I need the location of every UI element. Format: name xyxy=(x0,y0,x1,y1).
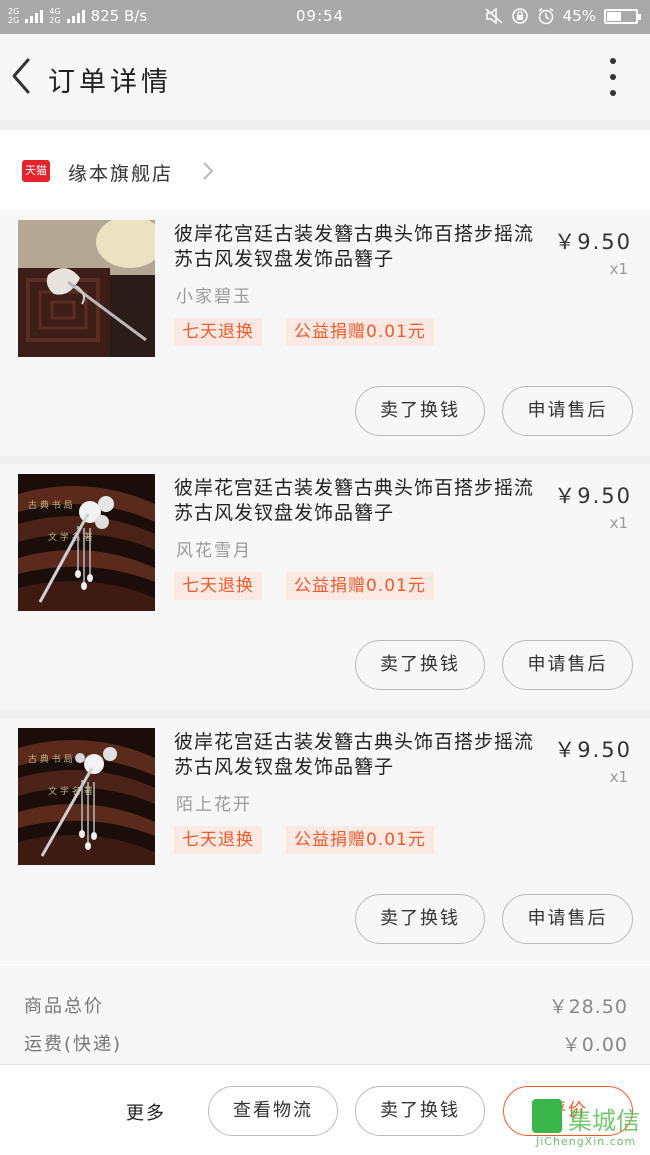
price-summary: 商品总价 ￥28.50 运费(快递) ￥0.00 xyxy=(0,966,650,1064)
action-bar: 更多 查看物流 卖了换钱 评价 集城信 JiChengXin.com xyxy=(0,1064,650,1155)
section-divider xyxy=(0,710,650,718)
status-right: 45% xyxy=(485,7,641,25)
shipping-value: ￥0.00 xyxy=(561,1034,628,1056)
return-policy-tag: 七天退换 xyxy=(174,572,262,600)
battery-percent: 45% xyxy=(562,7,596,25)
product-price: ￥9.50 xyxy=(554,484,632,508)
product-image[interactable]: 古 典 书 局 文 学 名 著 xyxy=(18,728,155,865)
status-left: 2G 2G 4G 2G 825 B/s xyxy=(8,7,147,25)
product-quantity: x1 xyxy=(609,768,628,786)
svg-text:古 典 书 局: 古 典 书 局 xyxy=(28,499,73,511)
alarm-icon xyxy=(538,7,554,25)
goods-total-value: ￥28.50 xyxy=(548,996,628,1018)
product-title[interactable]: 彼岸花宫廷古装发簪古典头饰百搭步摇流苏古风发钗盘发饰品簪子 xyxy=(174,476,544,526)
section-divider xyxy=(0,120,650,130)
resell-button[interactable]: 卖了换钱 xyxy=(355,1086,485,1136)
product-quantity: x1 xyxy=(609,260,628,278)
order-item: 古 典 书 局 文 学 名 著 彼岸花宫廷古装发簪古典头饰百搭步摇流苏古风发钗盘… xyxy=(0,718,650,964)
network-type-2: 4G 2G xyxy=(49,7,61,25)
network-speed: 825 B/s xyxy=(90,7,148,25)
mute-icon xyxy=(485,8,503,24)
order-item: 彼岸花宫廷古装发簪古典头饰百搭步摇流苏古风发钗盘发饰品簪子 小家碧玉 ￥9.50… xyxy=(0,210,650,456)
resell-button[interactable]: 卖了换钱 xyxy=(355,386,485,436)
store-row[interactable]: 天猫 缘本旗舰店 xyxy=(0,130,650,210)
product-price: ￥9.50 xyxy=(554,230,632,254)
svg-text:文 学 名 著: 文 学 名 著 xyxy=(48,531,93,543)
product-sku: 小家碧玉 xyxy=(176,287,252,307)
signal-icon xyxy=(25,9,44,23)
product-quantity: x1 xyxy=(609,514,628,532)
product-sku: 陌上花开 xyxy=(176,795,252,815)
chevron-right-icon xyxy=(203,162,214,180)
more-vertical-icon[interactable] xyxy=(608,58,618,96)
battery-fill xyxy=(607,11,621,21)
rotation-lock-icon xyxy=(511,8,528,24)
signal-icon-2 xyxy=(66,9,85,23)
page-title: 订单详情 xyxy=(48,67,172,98)
product-title[interactable]: 彼岸花宫廷古装发簪古典头饰百搭步摇流苏古风发钗盘发饰品簪子 xyxy=(174,730,544,780)
product-sku: 风花雪月 xyxy=(176,541,252,561)
charity-tag: 公益捐赠0.01元 xyxy=(286,826,434,854)
goods-total-label: 商品总价 xyxy=(24,996,104,1017)
after-sale-button[interactable]: 申请售后 xyxy=(502,386,633,436)
charity-tag: 公益捐赠0.01元 xyxy=(286,318,434,346)
resell-button[interactable]: 卖了换钱 xyxy=(355,640,485,690)
store-name: 缘本旗舰店 xyxy=(68,163,174,185)
product-title[interactable]: 彼岸花宫廷古装发簪古典头饰百搭步摇流苏古风发钗盘发饰品簪子 xyxy=(174,222,544,272)
clock: 09:54 xyxy=(296,7,345,25)
network-type-1: 2G 2G xyxy=(8,7,20,25)
app-header: 订单详情 xyxy=(0,34,650,120)
section-divider xyxy=(0,456,650,464)
order-item: 古 典 书 局 文 学 名 著 彼岸花宫廷古装发簪古典头饰百搭步摇流苏古风发钗盘… xyxy=(0,464,650,710)
tmall-badge: 天猫 xyxy=(22,160,50,182)
after-sale-button[interactable]: 申请售后 xyxy=(502,894,633,944)
back-icon[interactable] xyxy=(6,54,36,98)
status-bar: 2G 2G 4G 2G 825 B/s 09:54 45% xyxy=(0,0,650,34)
return-policy-tag: 七天退换 xyxy=(174,318,262,346)
more-button[interactable]: 更多 xyxy=(126,1099,166,1125)
after-sale-button[interactable]: 申请售后 xyxy=(502,640,633,690)
resell-button[interactable]: 卖了换钱 xyxy=(355,894,485,944)
view-logistics-button[interactable]: 查看物流 xyxy=(208,1086,338,1136)
product-price: ￥9.50 xyxy=(554,738,632,762)
watermark-logo: 集城信 JiChengXin.com xyxy=(532,1099,644,1151)
svg-text:文 学 名 著: 文 学 名 著 xyxy=(48,785,93,797)
battery-icon xyxy=(604,8,641,24)
shipping-label: 运费(快递) xyxy=(24,1034,123,1055)
charity-tag: 公益捐赠0.01元 xyxy=(286,572,434,600)
product-image[interactable] xyxy=(18,220,155,357)
product-image[interactable]: 古 典 书 局 文 学 名 著 xyxy=(18,474,155,611)
return-policy-tag: 七天退换 xyxy=(174,826,262,854)
svg-text:古 典 书 局: 古 典 书 局 xyxy=(28,753,73,765)
